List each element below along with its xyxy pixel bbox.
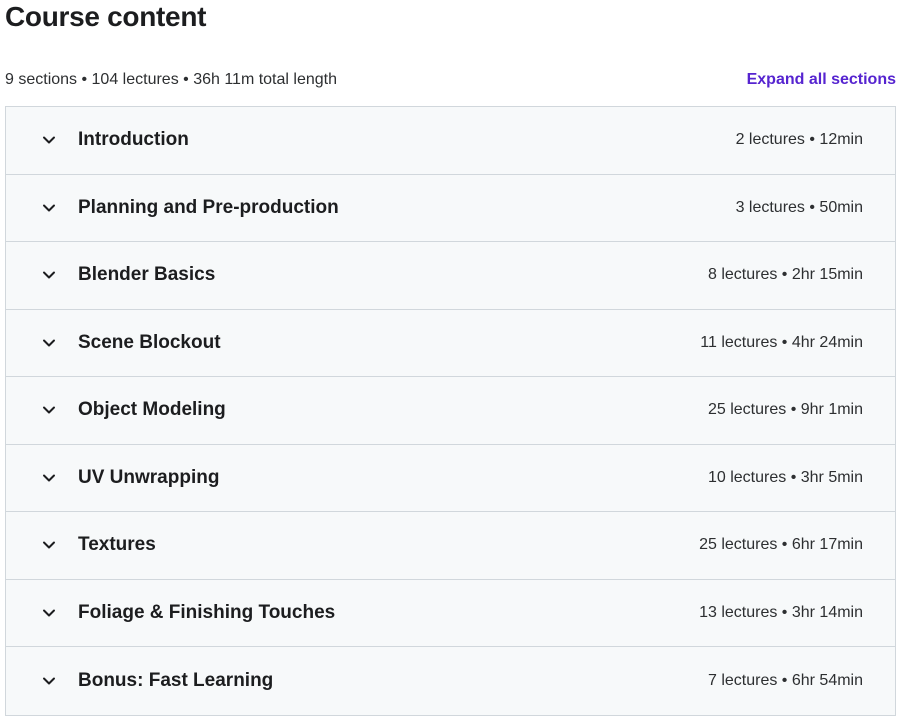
- chevron-down-icon: [40, 604, 58, 622]
- section-title: Object Modeling: [78, 399, 226, 421]
- chevron-down-icon: [40, 199, 58, 217]
- section-title: Foliage & Finishing Touches: [78, 601, 336, 623]
- section-row[interactable]: Textures 25 lectures • 6hr 17min: [6, 512, 895, 580]
- course-summary-row: 9 sections • 104 lectures • 36h 11m tota…: [5, 68, 896, 92]
- section-meta: 10 lectures • 3hr 5min: [707, 468, 863, 486]
- section-meta: 2 lectures • 12min: [735, 131, 863, 149]
- chevron-down-icon: [40, 672, 58, 690]
- section-meta: 25 lectures • 9hr 1min: [707, 401, 863, 419]
- section-meta: 3 lectures • 50min: [735, 198, 863, 216]
- chevron-down-icon: [40, 334, 58, 352]
- section-row[interactable]: Planning and Pre-production 3 lectures •…: [6, 174, 895, 242]
- section-row[interactable]: Object Modeling 25 lectures • 9hr 1min: [6, 377, 895, 445]
- section-title: Blender Basics: [78, 264, 216, 286]
- chevron-down-icon: [40, 536, 58, 554]
- section-meta: 25 lectures • 6hr 17min: [699, 536, 863, 554]
- chevron-down-icon: [40, 401, 58, 419]
- course-summary: 9 sections • 104 lectures • 36h 11m tota…: [5, 71, 337, 88]
- section-title: Bonus: Fast Learning: [78, 669, 274, 691]
- section-row[interactable]: UV Unwrapping 10 lectures • 3hr 5min: [6, 444, 895, 512]
- page-title: Course content: [5, 1, 207, 32]
- sections-accordion: Introduction 2 lectures • 12min Planning…: [5, 106, 896, 716]
- section-meta: 13 lectures • 3hr 14min: [699, 603, 863, 621]
- expand-all-sections-button[interactable]: Expand all sections: [747, 71, 896, 89]
- chevron-down-icon: [40, 131, 58, 149]
- section-row[interactable]: Foliage & Finishing Touches 13 lectures …: [6, 579, 895, 647]
- chevron-down-icon: [40, 266, 58, 284]
- section-meta: 8 lectures • 2hr 15min: [707, 266, 863, 284]
- section-meta: 7 lectures • 6hr 54min: [707, 671, 863, 689]
- course-content-page: Course content 9 sections • 104 lectures…: [0, 0, 900, 721]
- section-title: Introduction: [78, 129, 189, 151]
- section-title: Textures: [78, 534, 156, 556]
- section-title: UV Unwrapping: [78, 466, 220, 488]
- section-row[interactable]: Scene Blockout 11 lectures • 4hr 24min: [6, 309, 895, 377]
- section-row[interactable]: Bonus: Fast Learning 7 lectures • 6hr 54…: [6, 647, 895, 715]
- section-meta: 11 lectures • 4hr 24min: [700, 333, 863, 351]
- section-title: Scene Blockout: [78, 331, 221, 353]
- section-row[interactable]: Blender Basics 8 lectures • 2hr 15min: [6, 242, 895, 310]
- section-title: Planning and Pre-production: [78, 196, 339, 218]
- section-row[interactable]: Introduction 2 lectures • 12min: [6, 107, 895, 175]
- chevron-down-icon: [40, 469, 58, 487]
